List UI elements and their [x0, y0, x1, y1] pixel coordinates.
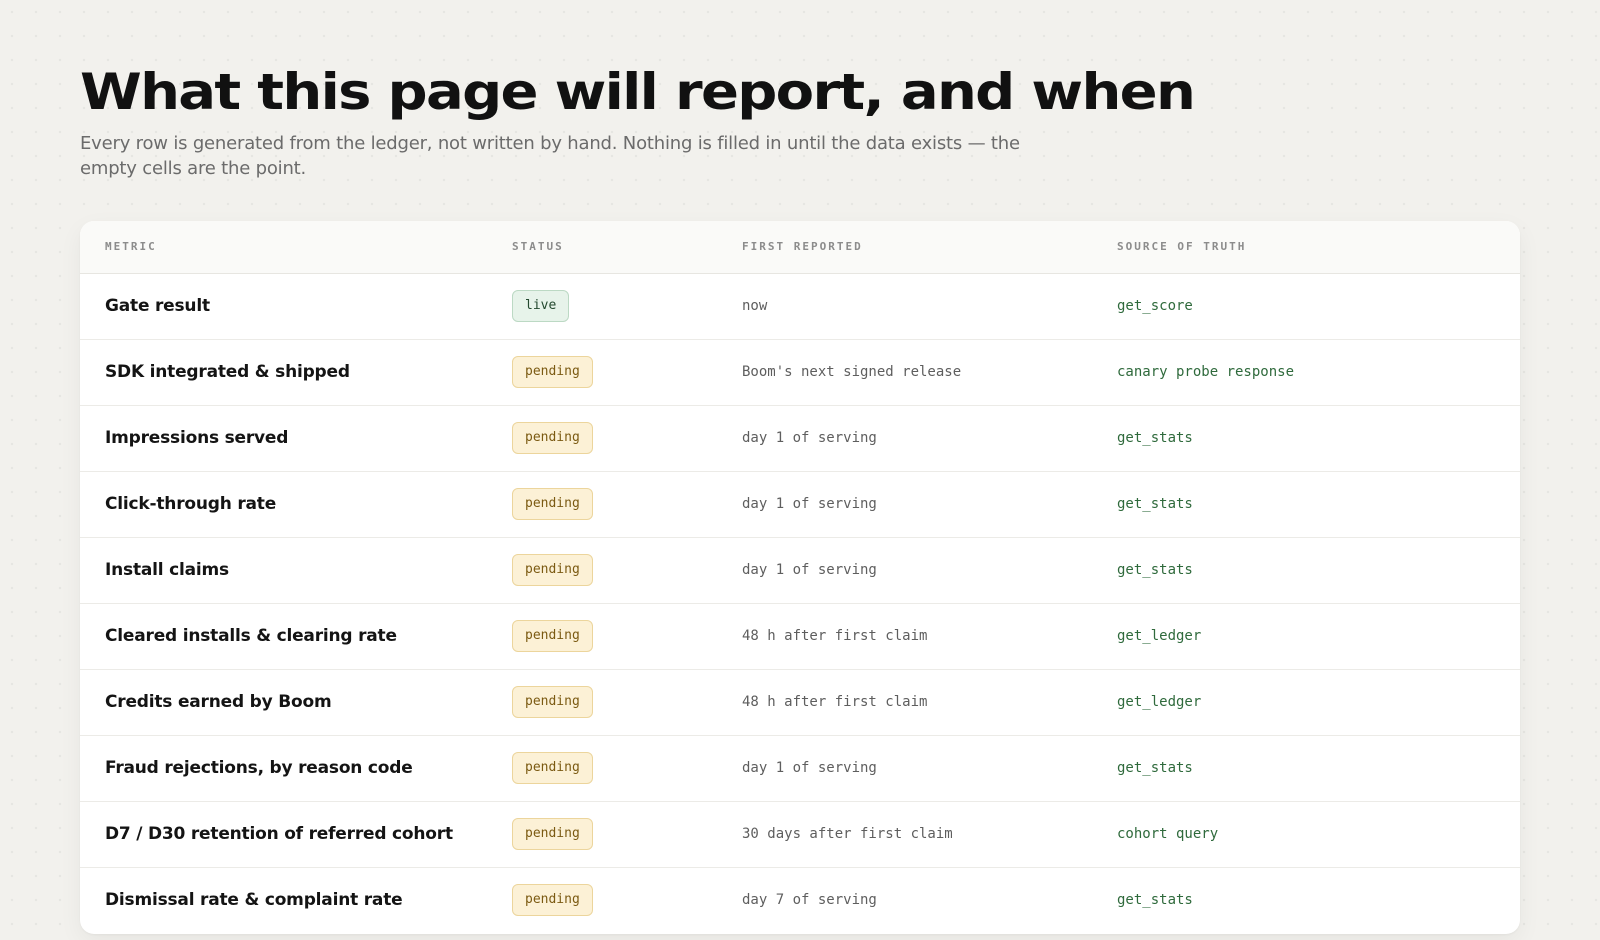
status-cell: pending [512, 801, 742, 868]
metric-cell: Credits earned by Boom [80, 669, 512, 736]
source-cell: get_stats [1117, 471, 1520, 538]
first-reported-cell: day 1 of serving [742, 471, 1117, 538]
table-row: D7 / D30 retention of referred cohort pe… [80, 801, 1520, 868]
column-header-source: SOURCE OF TRUTH [1117, 221, 1520, 274]
source-cell: get_stats [1117, 892, 1193, 909]
metric-cell: Click-through rate [80, 471, 512, 538]
first-reported-cell: day 7 of serving [742, 892, 877, 909]
status-badge: pending [512, 620, 593, 652]
metric-cell: SDK integrated & shipped [80, 339, 512, 406]
table-row: Cleared installs & clearing rate pending… [80, 603, 1520, 670]
first-reported-cell: 30 days after first claim [742, 801, 1117, 868]
source-cell: get_stats [1117, 537, 1520, 604]
first-reported-cell: day 1 of serving [742, 405, 1117, 472]
first-reported-cell: Boom's next signed release [742, 339, 1117, 406]
status-badge: live [512, 290, 570, 322]
status-badge: pending [512, 554, 593, 586]
column-header-status: STATUS [512, 221, 742, 274]
status-badge: pending [512, 818, 593, 850]
source-cell: get_stats [1117, 735, 1520, 802]
status-cell: pending [512, 735, 742, 802]
table-row: Impressions served pending day 1 of serv… [80, 405, 1520, 472]
status-cell: pending [512, 867, 742, 933]
metric-cell: D7 / D30 retention of referred cohort [80, 801, 512, 868]
metric-cell: Install claims [80, 537, 512, 604]
metric-cell: Impressions served [80, 405, 512, 472]
first-reported-cell: 48 h after first claim [742, 669, 1117, 736]
table-row: Gate result live now get_score [80, 273, 1520, 340]
source-cell: get_score [1117, 273, 1520, 340]
status-badge: pending [512, 686, 593, 718]
table-body: Gate result live now get_score SDK integ… [80, 273, 1520, 933]
first-reported-cell: day 1 of serving [742, 735, 1117, 802]
source-cell: get_ledger [1117, 603, 1520, 670]
page-subtitle: Every row is generated from the ledger, … [80, 133, 1020, 179]
source-cell: get_stats [1117, 405, 1520, 472]
status-cell: pending [512, 405, 742, 472]
first-reported-cell: 48 h after first claim [742, 603, 1117, 670]
table-row: Fraud rejections, by reason code pending… [80, 735, 1520, 802]
status-badge: pending [512, 488, 593, 520]
status-cell: live [512, 273, 742, 340]
first-reported-cell: day 1 of serving [742, 537, 1117, 604]
status-cell: pending [512, 339, 742, 406]
table-header: METRIC STATUS FIRST REPORTED SOURCE OF T… [80, 221, 1520, 274]
status-badge: pending [512, 422, 593, 454]
status-cell: pending [512, 603, 742, 670]
table-row: Install claims pending day 1 of serving … [80, 537, 1520, 604]
status-badge: pending [512, 356, 593, 388]
column-header-metric: METRIC [80, 221, 512, 274]
source-cell: cohort query [1117, 801, 1520, 868]
metric-cell: Dismissal rate & complaint rate [105, 890, 403, 911]
status-cell: pending [512, 471, 742, 538]
report-page: What this page will report, and when Eve… [0, 0, 1600, 940]
page-title: What this page will report, and when [80, 63, 1196, 121]
metric-cell: Cleared installs & clearing rate [80, 603, 512, 670]
metric-cell: Gate result [80, 273, 512, 340]
column-header-first-reported: FIRST REPORTED [742, 221, 1117, 274]
status-badge: pending [512, 752, 593, 784]
metrics-table: METRIC STATUS FIRST REPORTED SOURCE OF T… [80, 221, 1520, 933]
table-row: SDK integrated & shipped pending Boom's … [80, 339, 1520, 406]
header-row: METRIC STATUS FIRST REPORTED SOURCE OF T… [80, 221, 1520, 274]
status-cell: pending [512, 669, 742, 736]
first-reported-cell: now [742, 273, 1117, 340]
status-cell: pending [512, 537, 742, 604]
table-row: Dismissal rate & complaint rate pending … [80, 867, 1520, 933]
table-row: Credits earned by Boom pending 48 h afte… [80, 669, 1520, 736]
status-badge: pending [512, 884, 593, 917]
source-cell: canary probe response [1117, 339, 1520, 406]
table-row: Click-through rate pending day 1 of serv… [80, 471, 1520, 538]
source-cell: get_ledger [1117, 669, 1520, 736]
metrics-table-card: METRIC STATUS FIRST REPORTED SOURCE OF T… [80, 221, 1520, 934]
metric-cell: Fraud rejections, by reason code [80, 735, 512, 802]
